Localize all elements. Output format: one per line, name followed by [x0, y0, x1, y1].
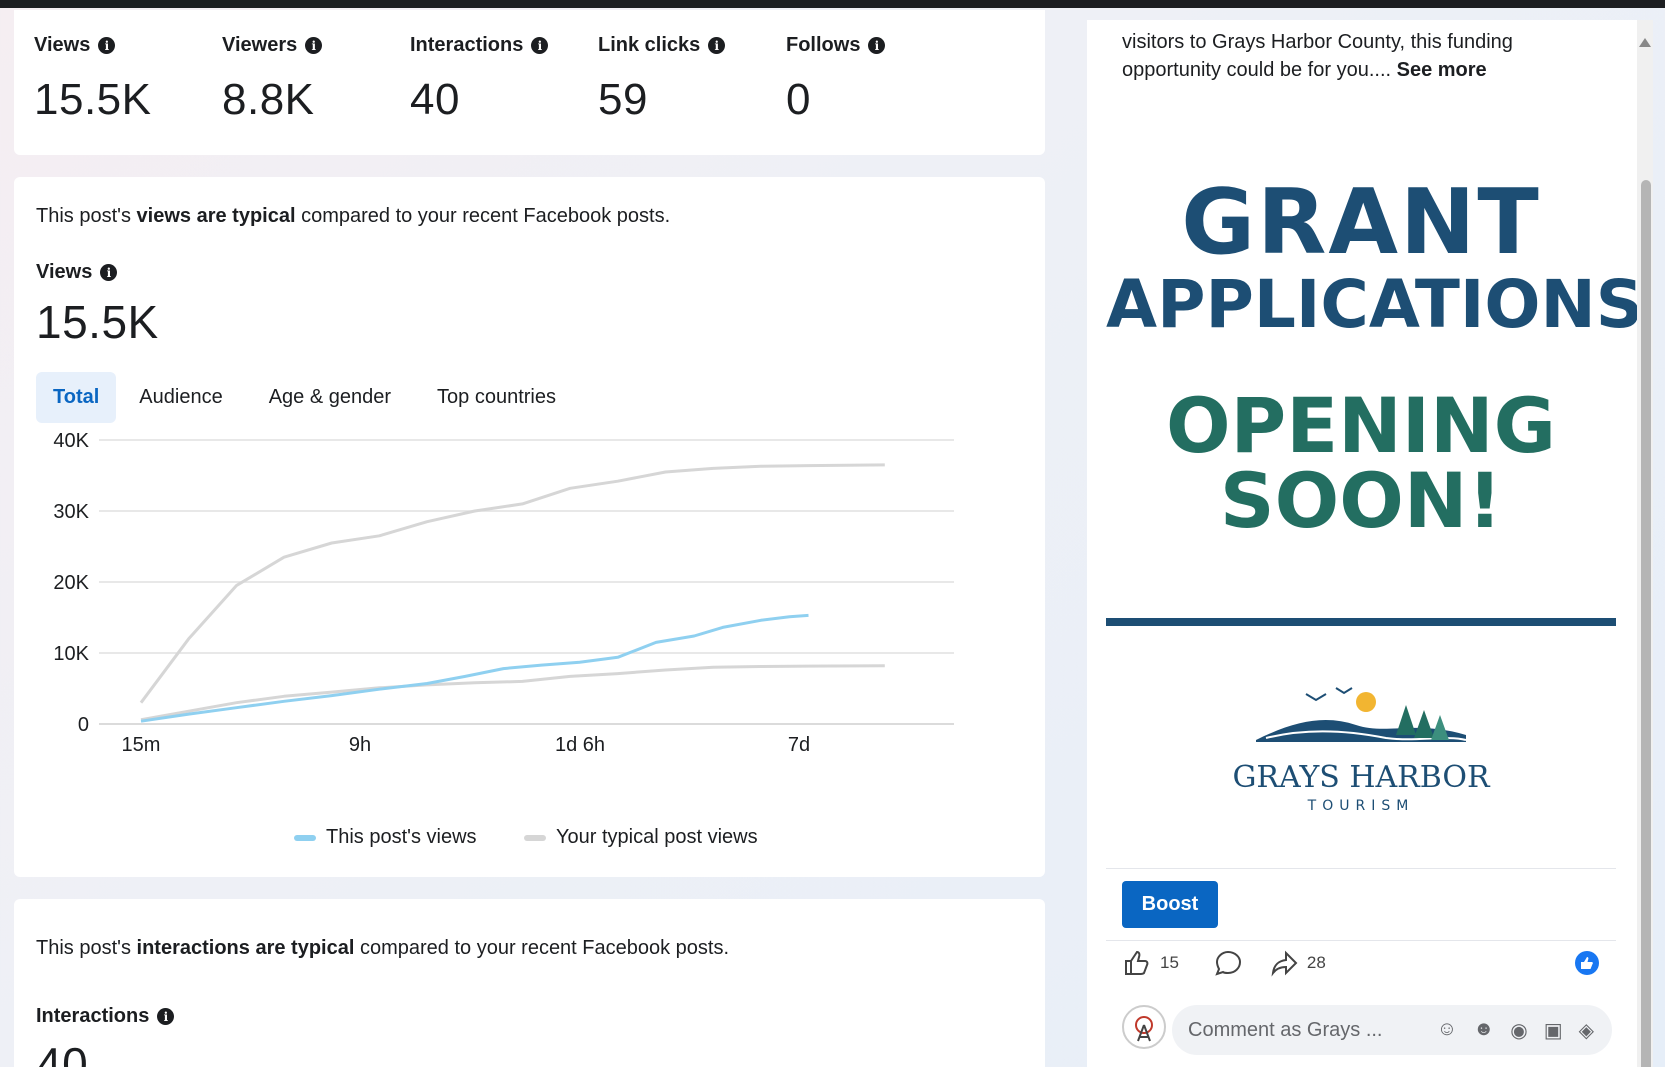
comment-icon[interactable]: [1213, 948, 1243, 978]
views-card: This post's views are typical compared t…: [14, 177, 1045, 877]
legend-swatch: [524, 834, 546, 841]
top-bar: [0, 0, 1665, 8]
comment-tools: ☺ ☻ ◉ ▣ ◈: [1437, 1018, 1594, 1043]
divider: [1106, 940, 1616, 941]
metric-label: Interactions: [410, 34, 524, 56]
sticker-icon[interactable]: ◈: [1579, 1018, 1594, 1043]
sentence-prefix: This post's: [36, 205, 137, 227]
radio-tower-icon: [1135, 1016, 1153, 1042]
views-label: Views i: [36, 261, 118, 284]
logo-title: GRAYS HARBOR: [1232, 760, 1490, 795]
metric-label: Views: [34, 34, 91, 56]
share-count: 28: [1306, 953, 1326, 972]
image-text-grant: GRANT: [1181, 170, 1541, 275]
post-caption-line: opportunity could be for you....: [1122, 59, 1392, 81]
image-text-applications: APPLICATIONS: [1106, 266, 1644, 343]
avatar[interactable]: [1122, 1005, 1166, 1049]
gif-icon[interactable]: ▣: [1544, 1018, 1563, 1043]
info-icon[interactable]: i: [157, 1008, 175, 1025]
y-tick-label: 30K: [53, 501, 89, 523]
like-icon[interactable]: [1122, 948, 1152, 978]
metric-value: 59: [598, 75, 648, 124]
info-icon[interactable]: i: [708, 37, 726, 54]
y-tick-label: 0: [78, 714, 89, 736]
legend-typical: Your typical post views: [524, 826, 758, 849]
logo-subtitle: TOURISM: [1307, 798, 1415, 814]
image-text-soon: SOON!: [1219, 456, 1503, 545]
views-line-chart: 40K 30K 20K 10K 0 15m 9h 1d 6h 7d: [53, 430, 954, 756]
legend-this-post: This post's views: [294, 826, 477, 849]
legend-label: Your typical post views: [556, 826, 758, 848]
info-icon[interactable]: i: [531, 37, 549, 54]
info-icon[interactable]: i: [98, 37, 116, 54]
legend-swatch: [294, 834, 316, 841]
views-typical-sentence: This post's views are typical compared t…: [36, 205, 670, 228]
interactions-typical-sentence: This post's interactions are typical com…: [36, 937, 729, 960]
series-line-typical: [140, 664, 885, 722]
scroll-thumb[interactable]: [1641, 180, 1651, 1067]
x-tick-label: 7d: [788, 734, 810, 756]
post-caption: visitors to Grays Harbor County, this fu…: [1122, 28, 1602, 84]
boost-button[interactable]: Boost: [1122, 881, 1218, 928]
divider: [1106, 868, 1616, 869]
sentence-bold: views are typical: [136, 205, 296, 227]
interactions-label: Interactions i: [36, 1005, 175, 1028]
y-tick-label: 40K: [53, 430, 89, 452]
sentence-suffix: compared to your recent Facebook posts.: [354, 937, 730, 959]
metric-label: Link clicks: [598, 34, 701, 56]
sentence-prefix: This post's: [36, 937, 137, 959]
sentence-suffix: compared to your recent Facebook posts.: [295, 205, 671, 227]
metric-value: 0: [786, 75, 811, 124]
legend-label: This post's views: [326, 826, 477, 848]
avatar-sticker-icon[interactable]: ☺: [1437, 1018, 1457, 1043]
see-more-link[interactable]: See more: [1397, 59, 1487, 81]
metric-interactions: Interactions i 40: [410, 34, 549, 125]
post-image[interactable]: GRANT APPLICATIONS OPENING SOON! GRAYS H…: [1106, 98, 1644, 868]
views-value: 15.5K: [36, 296, 159, 348]
comment-placeholder: Comment as Grays ...: [1188, 1018, 1383, 1041]
tab-top-countries[interactable]: Top countries: [414, 372, 579, 423]
metric-link-clicks: Link clicks i 59: [598, 34, 726, 125]
scrollbar[interactable]: [1637, 20, 1653, 1067]
x-tick-label: 15m: [122, 734, 161, 756]
camera-icon[interactable]: ◉: [1510, 1018, 1527, 1043]
interactions-card: This post's interactions are typical com…: [14, 899, 1045, 1067]
emoji-icon[interactable]: ☻: [1473, 1018, 1494, 1043]
sentence-bold: interactions are typical: [136, 937, 355, 959]
comment-input[interactable]: Comment as Grays ... ☺ ☻ ◉ ▣ ◈: [1172, 1005, 1612, 1055]
image-divider-bar: [1106, 618, 1616, 626]
share-icon[interactable]: [1269, 948, 1299, 978]
metric-value: 8.8K: [222, 75, 315, 124]
interactions-value: 40: [36, 1038, 89, 1067]
y-tick-label: 10K: [53, 643, 89, 665]
metric-follows: Follows i 0: [786, 34, 886, 125]
metric-label: Viewers: [222, 34, 298, 56]
metric-value: 40: [410, 75, 460, 124]
metrics-card: Views i 15.5K Viewers i 8.8K Interactions i…: [14, 10, 1045, 155]
scroll-up-icon[interactable]: [1639, 38, 1651, 47]
info-icon[interactable]: i: [100, 264, 118, 281]
info-icon[interactable]: i: [305, 37, 323, 54]
tab-age-gender[interactable]: Age & gender: [246, 372, 414, 423]
interactions-label-text: Interactions: [36, 1005, 150, 1027]
tab-audience[interactable]: Audience: [116, 372, 245, 423]
info-icon[interactable]: i: [868, 37, 886, 54]
like-reaction-icon: [1575, 951, 1599, 975]
x-tick-label: 9h: [349, 734, 371, 756]
metric-views: Views i 15.5K: [34, 34, 151, 125]
post-actions: 15 28: [1122, 948, 1326, 978]
like-count: 15: [1160, 953, 1179, 972]
grays-harbor-logo-icon: [1256, 687, 1467, 742]
tab-total[interactable]: Total: [36, 372, 117, 423]
metric-viewers: Viewers i 8.8K: [222, 34, 323, 125]
views-tabs: Total Audience Age & gender Top countrie…: [36, 372, 579, 423]
views-label-text: Views: [36, 261, 93, 283]
post-preview-panel: visitors to Grays Harbor County, this fu…: [1087, 20, 1644, 1067]
y-tick-label: 20K: [53, 572, 89, 594]
metric-label: Follows: [786, 34, 861, 56]
metric-value: 15.5K: [34, 75, 152, 124]
post-caption-line: visitors to Grays Harbor County, this fu…: [1122, 31, 1513, 53]
x-tick-label: 1d 6h: [555, 734, 605, 756]
